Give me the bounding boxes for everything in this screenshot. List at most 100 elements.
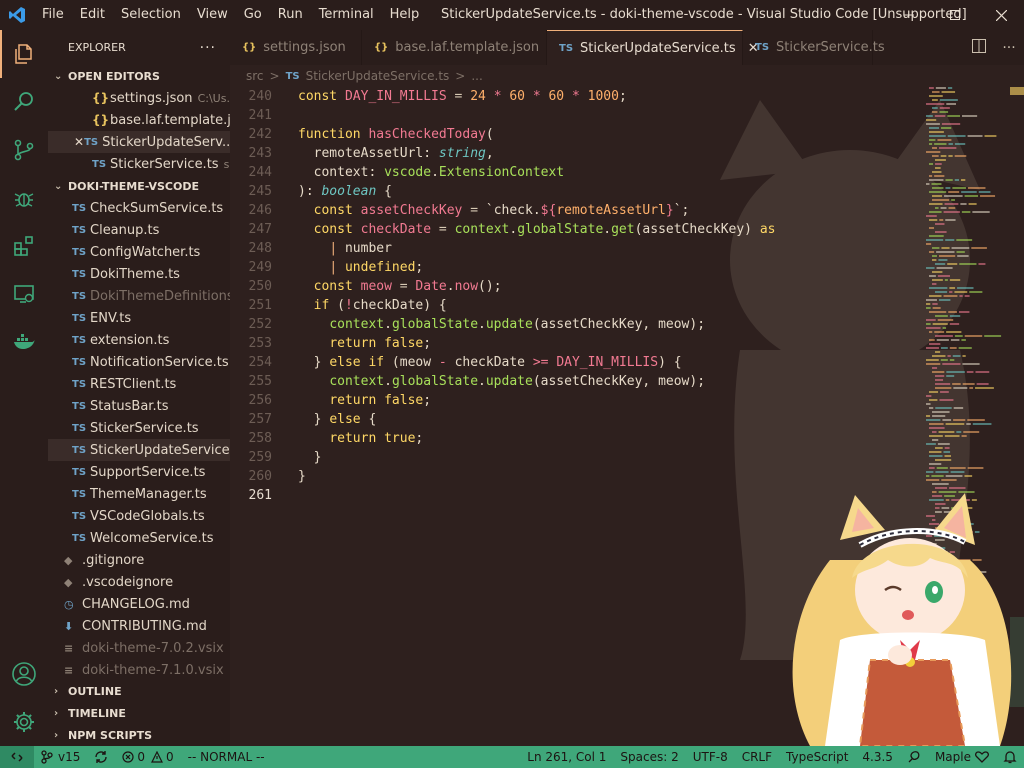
typescript-file-icon: TS: [72, 334, 87, 346]
file-tree-item[interactable]: ≡ doki-theme-7.1.0.vsix: [48, 659, 230, 681]
maximize-button[interactable]: [932, 0, 978, 30]
file-tree-item[interactable]: TS ThemeManager.ts: [48, 483, 230, 505]
menu-selection[interactable]: Selection: [113, 0, 189, 30]
menu-run[interactable]: Run: [270, 0, 311, 30]
sync-icon[interactable]: [87, 750, 115, 764]
tab-sticker-service[interactable]: TS StickerService.ts: [743, 30, 885, 65]
file-tree-item[interactable]: TS VSCodeGlobals.ts: [48, 505, 230, 527]
branch-name: v15: [58, 750, 81, 764]
remote-indicator-icon[interactable]: [0, 746, 34, 768]
feedback-icon[interactable]: [900, 750, 928, 764]
more-actions-icon[interactable]: ···: [200, 40, 216, 56]
branch-indicator[interactable]: v15: [34, 750, 87, 764]
file-name: CHANGELOG.md: [82, 596, 190, 612]
file-tree-item[interactable]: TS DokiTheme.ts: [48, 263, 230, 285]
theme-indicator[interactable]: Maple: [928, 750, 996, 764]
close-editor-icon[interactable]: ✕: [74, 135, 84, 149]
notifications-bell-icon[interactable]: [996, 750, 1024, 764]
file-tree-item[interactable]: TSDokiThemeDefinitions...: [48, 285, 230, 307]
problems-indicator[interactable]: 0 0: [115, 750, 180, 764]
code-editor[interactable]: 240 const DAY_IN_MILLIS = 24 * 60 * 60 * …: [230, 87, 930, 505]
file-tree-item[interactable]: TS extension.ts: [48, 329, 230, 351]
typescript-file-icon: TS: [72, 224, 87, 236]
file-tree-item[interactable]: TS WelcomeService.ts: [48, 527, 230, 549]
outline-section[interactable]: › OUTLINE: [48, 680, 230, 702]
file-tree-item[interactable]: TS SupportService.ts: [48, 461, 230, 483]
docker-icon[interactable]: [0, 318, 48, 366]
breadcrumb-symbol[interactable]: ...: [471, 69, 482, 83]
file-tree-item[interactable]: TS ConfigWatcher.ts: [48, 241, 230, 263]
file-tree-item[interactable]: ◆ .gitignore: [48, 549, 230, 571]
chevron-down-icon: ⌄: [54, 180, 63, 192]
file-tree-item[interactable]: TS StickerService.ts: [48, 417, 230, 439]
open-editors-section[interactable]: ⌄ OPEN EDITORS: [48, 65, 230, 87]
project-section[interactable]: ⌄ DOKI-THEME-VSCODE: [48, 175, 230, 197]
menu-go[interactable]: Go: [236, 0, 270, 30]
menu-edit[interactable]: Edit: [72, 0, 113, 30]
file-tree-item[interactable]: ⬇ CONTRIBUTING.md: [48, 615, 230, 637]
open-editor-item[interactable]: ✕ TS StickerUpdateServ...: [48, 131, 230, 153]
cursor-position[interactable]: Ln 261, Col 1: [520, 750, 613, 764]
line-number: 245: [248, 184, 272, 199]
typescript-file-icon: TS: [72, 246, 87, 258]
file-tree-item[interactable]: TSStickerUpdateService.ts: [48, 439, 230, 461]
menu-file[interactable]: File: [34, 0, 72, 30]
file-tree-item[interactable]: ◆ .vscodeignore: [48, 571, 230, 593]
tab-base-laf-template[interactable]: {} base.laf.template.json: [362, 30, 547, 65]
file-tree-item[interactable]: TS StatusBar.ts: [48, 395, 230, 417]
breadcrumb-folder[interactable]: src: [246, 69, 264, 83]
remote-explorer-icon[interactable]: [0, 270, 48, 318]
error-count: 0: [137, 750, 146, 764]
changelog-file-icon: ◷: [64, 597, 74, 611]
error-icon: [122, 751, 134, 763]
menu-help[interactable]: Help: [382, 0, 428, 30]
file-tree-item[interactable]: ≡ doki-theme-7.0.2.vsix: [48, 637, 230, 659]
file-tree-item[interactable]: TS ENV.ts: [48, 307, 230, 329]
explorer-icon[interactable]: [0, 30, 48, 78]
file-tree-item[interactable]: TS RESTClient.ts: [48, 373, 230, 395]
language-mode[interactable]: TypeScript: [779, 750, 855, 764]
file-tree-item[interactable]: TS NotificationService.ts: [48, 351, 230, 373]
run-debug-icon[interactable]: [0, 174, 48, 222]
manage-gear-icon[interactable]: [0, 698, 48, 746]
typescript-version[interactable]: 4.3.5: [855, 750, 900, 764]
npm-scripts-section[interactable]: › NPM SCRIPTS: [48, 724, 230, 746]
breadcrumb-file[interactable]: StickerUpdateService.ts: [306, 69, 450, 83]
close-window-button[interactable]: [978, 0, 1024, 30]
current-line-number: 261: [248, 488, 272, 503]
json-file-icon: {}: [374, 42, 389, 53]
open-editor-item[interactable]: {} base.laf.template.j...: [48, 109, 230, 131]
split-editor-icon[interactable]: [964, 38, 994, 57]
chevron-right-icon: ›: [54, 729, 59, 741]
file-name: ENV.ts: [90, 310, 132, 326]
menu-terminal[interactable]: Terminal: [311, 0, 382, 30]
typescript-file-icon: TS: [72, 356, 87, 368]
breadcrumb-separator: >: [269, 69, 280, 83]
open-editor-item[interactable]: {} settings.json C:\Us...: [48, 87, 230, 109]
vim-mode: -- NORMAL --: [187, 750, 265, 764]
source-control-icon[interactable]: [0, 126, 48, 174]
more-actions-icon[interactable]: ···: [994, 40, 1024, 56]
timeline-section[interactable]: › TIMELINE: [48, 702, 230, 724]
tab-sticker-update-service[interactable]: TS StickerUpdateService.ts ✕: [547, 30, 759, 65]
end-of-line[interactable]: CRLF: [735, 750, 779, 764]
file-tree-item[interactable]: TS CheckSumService.ts: [48, 197, 230, 219]
indentation[interactable]: Spaces: 2: [613, 750, 685, 764]
tab-settings-json[interactable]: {} settings.json: [230, 30, 362, 65]
extensions-icon[interactable]: [0, 222, 48, 270]
search-icon[interactable]: [0, 78, 48, 126]
file-name: doki-theme-7.0.2.vsix: [82, 640, 224, 656]
minimize-button[interactable]: [886, 0, 932, 30]
file-name: ThemeManager.ts: [90, 486, 207, 502]
tab-label: settings.json: [263, 40, 346, 55]
menu-view[interactable]: View: [189, 0, 236, 30]
json-file-icon: {}: [242, 42, 257, 53]
open-editor-item[interactable]: TS StickerService.ts src: [48, 153, 230, 175]
encoding[interactable]: UTF-8: [686, 750, 735, 764]
file-tree-item[interactable]: ◷ CHANGELOG.md: [48, 593, 230, 615]
file-tree-item[interactable]: TS Cleanup.ts: [48, 219, 230, 241]
typescript-file-icon: TS: [72, 202, 87, 214]
editor-area: {} settings.json {} base.laf.template.js…: [230, 30, 1024, 746]
account-icon[interactable]: [0, 650, 48, 698]
warning-count: 0: [166, 750, 174, 764]
